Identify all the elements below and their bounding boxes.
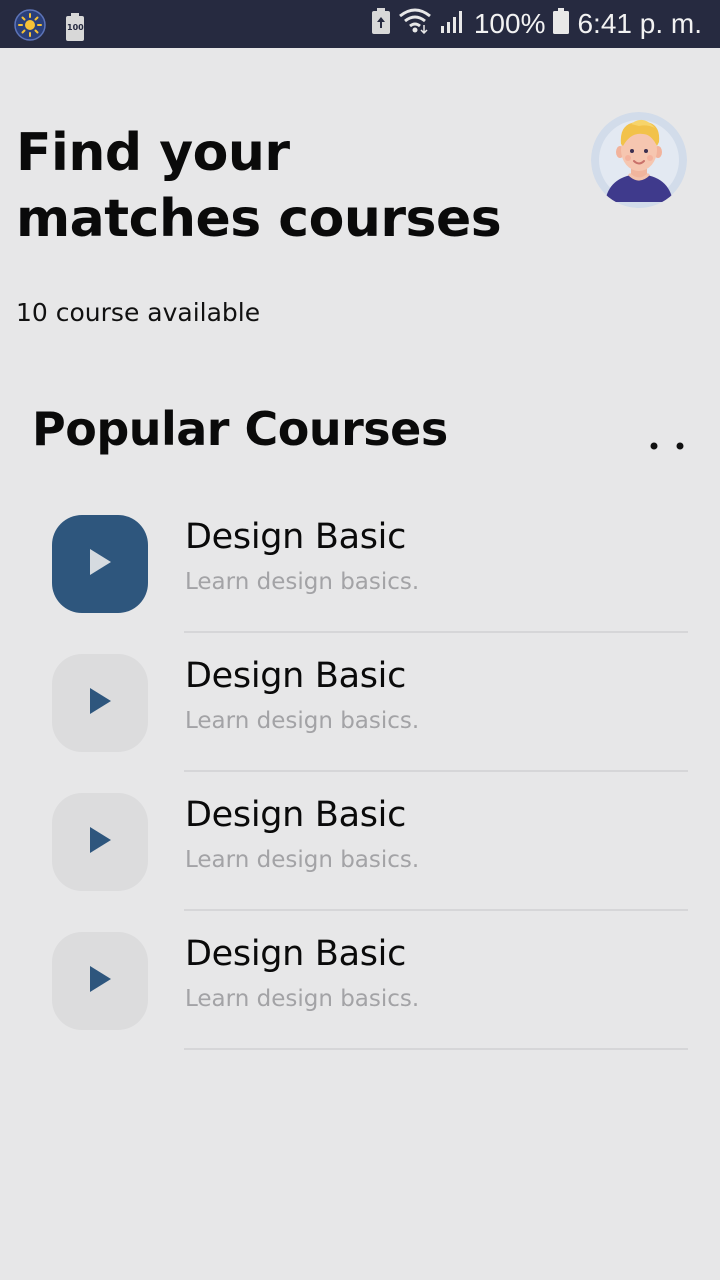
page-title-line-2: matches courses	[16, 189, 502, 249]
course-description: Learn design basics.	[185, 708, 420, 734]
divider	[184, 631, 688, 633]
page-title-line-1: Find your	[16, 123, 290, 183]
status-bar-right: 100% 6:41 p. m.	[371, 0, 702, 48]
course-description: Learn design basics.	[185, 986, 420, 1012]
course-play-button[interactable]	[52, 932, 148, 1030]
battery-icon	[553, 7, 570, 41]
divider	[184, 909, 688, 911]
course-list-item[interactable]: Design Basic Learn design basics.	[0, 932, 720, 1071]
course-description: Learn design basics.	[185, 569, 420, 595]
course-title: Design Basic	[185, 517, 407, 557]
battery-percent: 100%	[473, 8, 546, 39]
divider	[184, 770, 688, 772]
course-play-button[interactable]	[52, 515, 148, 613]
course-play-button[interactable]	[52, 793, 148, 891]
course-title: Design Basic	[185, 934, 407, 974]
signal-icon	[440, 8, 466, 41]
more-options-icon[interactable]	[644, 438, 688, 452]
course-description: Learn design basics.	[185, 847, 420, 873]
course-list-item[interactable]: Design Basic Learn design basics.	[0, 793, 720, 932]
wifi-icon	[398, 8, 432, 41]
status-bar: 100 100% 6:41 p. m.	[0, 0, 720, 48]
avatar[interactable]	[591, 112, 687, 208]
data-saver-icon	[371, 7, 390, 41]
course-list-item[interactable]: Design Basic Learn design basics.	[0, 654, 720, 793]
course-play-button[interactable]	[52, 654, 148, 752]
section-title: Popular Courses	[32, 402, 448, 456]
course-title: Design Basic	[185, 795, 407, 835]
play-icon	[88, 965, 112, 997]
play-icon	[88, 826, 112, 858]
page-title: Find your matches courses	[16, 120, 536, 252]
clock: 6:41 p. m.	[577, 8, 702, 39]
course-title: Design Basic	[185, 656, 407, 696]
play-icon	[88, 548, 112, 580]
play-icon	[88, 687, 112, 719]
divider	[184, 1048, 688, 1050]
weather-app-icon	[14, 9, 46, 45]
battery-badge-text: 100	[67, 23, 84, 32]
course-list-item[interactable]: Design Basic Learn design basics.	[0, 515, 720, 654]
battery-notification-icon: 100	[66, 13, 84, 41]
courses-available-count: 10 course available	[16, 298, 261, 327]
status-bar-left: 100	[14, 9, 84, 45]
